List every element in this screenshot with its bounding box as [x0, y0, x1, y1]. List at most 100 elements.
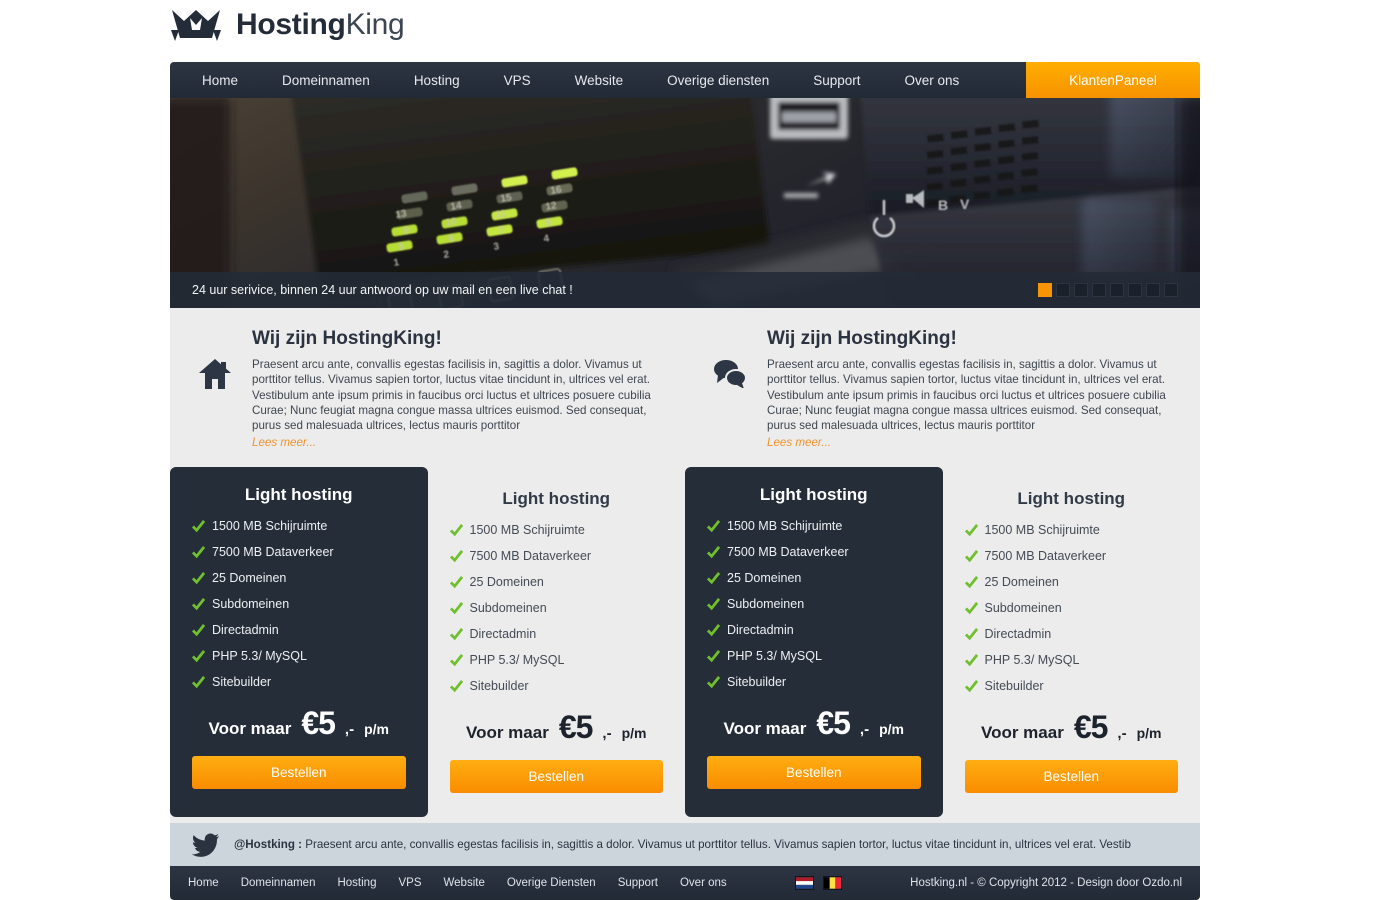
green-check-icon	[192, 676, 205, 689]
feature-label: 25 Domeinen	[984, 575, 1059, 590]
pricing-card-3-title: Light hosting	[759, 485, 868, 505]
pricing-card-1-title: Light hosting	[244, 485, 353, 505]
green-check-icon	[964, 550, 978, 563]
intro-section: Wij zijn HostingKing! Praesent arcu ante…	[170, 308, 1200, 468]
flag-netherlands[interactable]	[794, 876, 814, 891]
footer-copyright: Hostking.nl - © Copyright 2012 - Design …	[910, 877, 1182, 890]
nav-item-support[interactable]: Support	[791, 62, 882, 98]
twitter-feed-bar: @Hostking : Praesent arcu ante, convalli…	[170, 823, 1200, 867]
green-check-icon	[707, 676, 720, 689]
logo-bold: Hosting	[236, 8, 346, 41]
footer-link-domeinnamen[interactable]: Domeinnamen	[241, 877, 316, 889]
twitter-feed-text: @Hostking : Praesent arcu ante, convalli…	[234, 838, 1131, 851]
pricing-card-4[interactable]: Light hosting 1500 MB Schijruimte 7500 M…	[943, 471, 1201, 815]
twitter-handle[interactable]: @Hostking :	[234, 838, 302, 851]
nav-item-over-ons[interactable]: Over ons	[883, 62, 982, 98]
main-navigation: Home Domeinnamen Hosting VPS Website Ove…	[170, 62, 1200, 98]
pricing-card-3-order-button[interactable]: Bestellen	[707, 756, 921, 790]
hero-dot-6[interactable]	[1128, 283, 1142, 297]
pricing-card-1[interactable]: Light hosting 1500 MB Schijruimte 7500 M…	[170, 467, 428, 818]
logo-wordmark: HostingKing	[236, 8, 405, 41]
footer-link-website[interactable]: Website	[444, 877, 485, 889]
price-amount: €5	[816, 705, 851, 742]
footer-link-home[interactable]: Home	[188, 877, 219, 889]
hero-dot-4[interactable]	[1092, 283, 1106, 297]
green-check-icon	[964, 524, 978, 537]
nav-item-domeinnamen[interactable]: Domeinnamen	[260, 62, 392, 98]
footer-link-vps[interactable]: VPS	[398, 877, 421, 889]
pricing-card-4-feature-5: Directadmin	[964, 627, 1179, 642]
footer-link-support[interactable]: Support	[618, 877, 658, 889]
nav-item-overige-diensten[interactable]: Overige diensten	[645, 62, 791, 98]
pricing-card-2-feature-6: PHP 5.3/ MySQL	[449, 653, 664, 667]
pricing-card-1-feature-7: Sitebuilder	[192, 675, 406, 689]
pricing-card-2-order-button[interactable]: Bestellen	[449, 760, 663, 794]
footer-link-overige-diensten[interactable]: Overige Diensten	[507, 877, 596, 889]
pricing-card-4-order-button[interactable]: Bestellen	[964, 760, 1178, 794]
twitter-bird-icon[interactable]	[192, 833, 220, 857]
hero-dot-3[interactable]	[1074, 283, 1088, 297]
feature-label: 7500 MB Dataverkeer	[984, 549, 1107, 564]
pricing-card-3-feature-6: PHP 5.3/ MySQL	[707, 649, 921, 663]
feature-label: 25 Domeinen	[212, 571, 287, 586]
intro-title-2: Wij zijn HostingKing!	[767, 328, 957, 349]
flag-belgium[interactable]	[822, 876, 842, 891]
pricing-card-4-feature-1: 1500 MB Schijruimte	[964, 523, 1179, 537]
pricing-card-4-feature-6: PHP 5.3/ MySQL	[964, 653, 1179, 668]
language-flags	[727, 876, 911, 891]
hero-dot-1[interactable]	[1038, 283, 1052, 297]
svg-text:11: 11	[495, 208, 508, 221]
page-root: HostingKing Home Domeinnamen Hosting VPS…	[0, 0, 1400, 900]
hero-slider[interactable]: 1 5 9 13 2 6 10 14 3 7 11 15 4 8 12 16 B…	[170, 98, 1200, 308]
green-check-icon	[449, 576, 463, 589]
pricing-card-2[interactable]: Light hosting 1500 MB Schijruimte 7500 M…	[428, 471, 686, 815]
nav-item-vps[interactable]: VPS	[482, 62, 553, 98]
intro-body-1: Wij zijn HostingKing! Praesent arcu ante…	[252, 328, 667, 451]
intro-text-2: Praesent arcu ante, convallis egestas fa…	[767, 358, 1166, 433]
green-check-icon	[964, 576, 978, 589]
pricing-card-1-order-button[interactable]: Bestellen	[192, 756, 406, 790]
pricing-card-1-feature-5: Directadmin	[192, 623, 406, 637]
nav-left-spacer	[170, 62, 180, 98]
svg-text:10: 10	[445, 216, 458, 229]
feature-label: Sitebuilder	[984, 679, 1044, 694]
footer-link-over-ons[interactable]: Over ons	[680, 877, 727, 889]
hero-dot-7[interactable]	[1146, 283, 1160, 297]
svg-text:15: 15	[500, 192, 513, 205]
feature-label: PHP 5.3/ MySQL	[984, 653, 1080, 668]
intro-icon-wrap-1	[192, 328, 238, 451]
feature-label: 7500 MB Dataverkeer	[727, 545, 849, 560]
intro-block-1: Wij zijn HostingKing! Praesent arcu ante…	[170, 328, 685, 451]
intro-read-more-2[interactable]: Lees meer...	[767, 436, 831, 449]
green-check-icon	[707, 650, 720, 663]
feature-label: Directadmin	[984, 627, 1052, 642]
nav-item-hosting[interactable]: Hosting	[392, 62, 482, 98]
svg-text:16: 16	[550, 184, 563, 197]
pricing-card-2-feature-1: 1500 MB Schijruimte	[449, 523, 664, 538]
hero-dot-8[interactable]	[1164, 283, 1178, 297]
feature-label: 1500 MB Schijruimte	[469, 523, 585, 538]
feature-label: 7500 MB Dataverkeer	[212, 545, 334, 560]
pricing-card-1-feature-3: 25 Domeinen	[192, 571, 406, 585]
site-logo[interactable]: HostingKing	[170, 8, 405, 42]
svg-text:14: 14	[450, 200, 463, 213]
footer-link-hosting[interactable]: Hosting	[337, 877, 376, 889]
hero-caption-bar: 24 uur serivice, binnen 24 uur antwoord …	[170, 272, 1200, 308]
feature-label: PHP 5.3/ MySQL	[727, 649, 822, 664]
nav-item-home[interactable]: Home	[180, 62, 260, 98]
intro-read-more-1[interactable]: Lees meer...	[252, 436, 316, 449]
green-check-icon	[192, 650, 205, 663]
pricing-card-4-feature-7: Sitebuilder	[964, 679, 1179, 694]
hero-dot-5[interactable]	[1110, 283, 1124, 297]
feature-label: Subdomeinen	[469, 601, 547, 616]
hero-dot-2[interactable]	[1056, 283, 1070, 297]
pricing-card-1-price: Voor maar €5 ,- p/m	[192, 705, 406, 742]
nav-klantenpaneel-button[interactable]: KlantenPaneel	[1026, 62, 1200, 98]
feature-label: Subdomeinen	[984, 601, 1062, 616]
pricing-card-2-feature-3: 25 Domeinen	[449, 575, 664, 589]
pricing-card-3-feature-4: Subdomeinen	[707, 597, 921, 611]
nav-item-website[interactable]: Website	[553, 62, 646, 98]
green-check-icon	[192, 572, 205, 585]
svg-text:V: V	[960, 196, 970, 212]
pricing-card-3[interactable]: Light hosting 1500 MB Schijruimte 7500 M…	[685, 467, 943, 818]
